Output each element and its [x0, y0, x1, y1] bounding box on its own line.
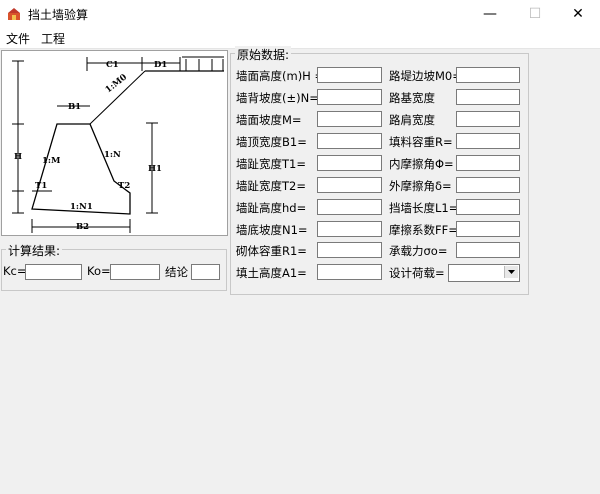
param-field[interactable]	[317, 221, 382, 237]
param-field[interactable]	[456, 199, 520, 215]
param-field[interactable]	[317, 199, 382, 215]
slope-n1: 1:N1	[70, 202, 93, 212]
menu-bar: 文件 工程	[0, 28, 600, 49]
param-label: 摩擦系数FF=	[389, 223, 458, 237]
dim-h1: H1	[148, 164, 162, 174]
param-label: 填土高度A1=	[236, 266, 307, 280]
menu-file[interactable]: 文件	[6, 30, 30, 47]
dim-b2: B2	[76, 222, 89, 232]
param-field[interactable]	[456, 177, 520, 193]
app-icon	[8, 8, 20, 20]
param-field[interactable]	[456, 89, 520, 105]
param-label: 墙顶宽度B1=	[236, 135, 307, 149]
param-label: 砌体容重R1=	[236, 244, 307, 258]
kc-label: Kc=	[3, 264, 27, 278]
kc-field[interactable]	[25, 264, 82, 280]
results-title: 计算结果:	[6, 242, 63, 259]
param-field[interactable]	[317, 89, 382, 105]
param-field[interactable]	[456, 133, 520, 149]
param-label: 挡墙长度L1=	[389, 201, 459, 215]
dim-d1: D1	[154, 60, 167, 70]
param-label: 墙面高度(m)H =	[236, 69, 325, 83]
param-field[interactable]	[456, 111, 520, 127]
param-label: 外摩擦角δ=	[389, 179, 452, 193]
param-label: 路肩宽度	[389, 113, 435, 127]
dim-b1: B1	[68, 102, 81, 112]
param-label: 墙趾高度hd=	[236, 201, 307, 215]
ko-field[interactable]	[110, 264, 160, 280]
param-field[interactable]	[317, 264, 382, 280]
params-title: 原始数据:	[235, 46, 292, 63]
param-field[interactable]	[456, 242, 520, 258]
maximize-button[interactable]: ☐	[513, 0, 557, 28]
title-bar: 挡土墙验算 — ☐ ✕	[0, 0, 600, 28]
param-field[interactable]	[317, 133, 382, 149]
param-field[interactable]	[317, 242, 382, 258]
param-label: 墙面坡度M=	[236, 113, 302, 127]
dim-h: H	[14, 152, 22, 162]
param-field[interactable]	[456, 221, 520, 237]
retaining-wall-diagram: C1 D1 1:M0 B1 1:M 1:N T1 T2 1:N1 B2 H H1	[1, 50, 228, 236]
close-button[interactable]: ✕	[556, 0, 600, 28]
design-load-select[interactable]	[448, 264, 520, 282]
wall-cross-section: C1 D1 1:M0 B1 1:M 1:N T1 T2 1:N1 B2 H H1	[12, 56, 224, 233]
chevron-down-icon[interactable]	[504, 266, 518, 278]
param-label: 墙趾宽度T2=	[236, 179, 306, 193]
param-label: 墙底坡度N1=	[236, 223, 308, 237]
param-label: 填料容重R=	[389, 135, 453, 149]
param-field[interactable]	[456, 155, 520, 171]
param-field[interactable]	[317, 177, 382, 193]
param-field[interactable]	[456, 67, 520, 83]
param-field[interactable]	[317, 155, 382, 171]
param-label: 墙背坡度(±)N=	[236, 91, 319, 105]
slope-n: 1:N	[104, 150, 121, 160]
dim-t2: T2	[118, 181, 130, 191]
param-label: 路基宽度	[389, 91, 435, 105]
param-label: 路堤边坡M0=	[389, 69, 462, 83]
ko-label: Ko=	[87, 264, 111, 278]
param-label: 设计荷载=	[389, 266, 445, 280]
menu-project[interactable]: 工程	[41, 30, 65, 47]
conclusion-field[interactable]	[191, 264, 220, 280]
dim-c1: C1	[106, 60, 119, 70]
conclusion-label: 结论	[165, 265, 188, 279]
slope-m0: 1:M0	[104, 72, 129, 95]
minimize-button[interactable]: —	[468, 0, 512, 28]
param-label: 承载力σo=	[389, 244, 448, 258]
dim-t1: T1	[35, 181, 47, 191]
param-label: 内摩擦角Φ=	[389, 157, 454, 171]
param-label: 墙趾宽度T1=	[236, 157, 306, 171]
slope-m: 1:M	[42, 156, 61, 166]
window-title: 挡土墙验算	[28, 8, 89, 22]
param-field[interactable]	[317, 67, 382, 83]
param-field[interactable]	[317, 111, 382, 127]
